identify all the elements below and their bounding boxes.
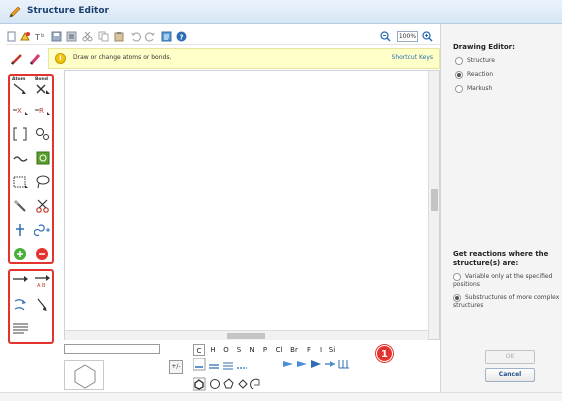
stop-icon[interactable] (66, 31, 77, 42)
svg-text:A B: A B (37, 283, 46, 289)
mode-structure-radio[interactable] (455, 57, 463, 65)
mapping-tool-icon[interactable] (12, 297, 30, 313)
pointer-tool-icon[interactable] (34, 297, 52, 313)
cancel-button[interactable]: Cancel (485, 368, 535, 382)
zoom-in-icon[interactable] (422, 31, 433, 42)
clean-icon[interactable] (20, 31, 31, 42)
element-input[interactable] (64, 344, 160, 354)
rectangle-select-icon[interactable] (12, 174, 30, 190)
status-bar (0, 392, 562, 401)
bond-tool-icon[interactable] (34, 82, 52, 98)
mode-markush-radio[interactable] (455, 85, 463, 93)
new-icon[interactable] (6, 31, 17, 42)
element-c[interactable]: C (193, 344, 205, 356)
atom-tool-icon[interactable] (12, 82, 30, 98)
pencil-icon (8, 5, 22, 21)
rgroup-tool-icon[interactable]: R (34, 102, 52, 118)
lasso-select-icon[interactable] (34, 174, 52, 190)
charge-plus-icon[interactable] (12, 246, 30, 262)
element-o[interactable]: O (220, 344, 232, 356)
text-block-icon[interactable] (12, 321, 30, 337)
template-icon[interactable] (161, 31, 172, 42)
element-si[interactable]: Si (326, 344, 338, 356)
ok-button[interactable]: OK (485, 350, 535, 364)
help-icon[interactable]: ? (176, 31, 187, 42)
mode-structure-label: Structure (467, 57, 495, 64)
zoom-level-field[interactable]: 100% (397, 31, 418, 42)
ring-preview[interactable] (64, 360, 104, 390)
title-bar: Structure Editor (0, 0, 562, 24)
charge-toggle-button[interactable]: +/- (169, 360, 183, 374)
window-title: Structure Editor (27, 6, 109, 16)
element-cl[interactable]: Cl (273, 344, 285, 356)
svg-text:?: ? (180, 34, 184, 42)
reactions-heading: Get reactions where the structure(s) are… (453, 250, 549, 267)
eraser-pen-icon[interactable] (28, 52, 42, 66)
chain-tool-icon[interactable] (12, 150, 30, 166)
hint-bar: i Draw or change atoms or bonds. Shortcu… (48, 48, 440, 69)
shortcut-keys-link[interactable]: Shortcut Keys (392, 54, 433, 61)
vertical-scrollbar[interactable] (428, 71, 439, 339)
element-s[interactable]: S (233, 344, 245, 356)
charge-minus-icon[interactable] (34, 246, 52, 262)
ring-zoom-tool-icon[interactable] (34, 126, 52, 142)
vertical-scroll-thumb[interactable] (431, 189, 438, 211)
redo-icon[interactable] (145, 31, 156, 42)
reaction-arrow-icon[interactable] (12, 273, 30, 289)
rotate-tool-icon[interactable] (33, 222, 52, 238)
atom-bond-bar: +/- C H O S N P Cl Br F I Si (60, 342, 440, 392)
reaction-tools-box: A B (8, 269, 54, 344)
mode-reaction-radio[interactable] (455, 71, 463, 79)
options-panel: Drawing Editor: Structure Reaction Marku… (440, 24, 562, 394)
element-f[interactable]: F (303, 344, 315, 356)
paste-icon[interactable] (114, 31, 125, 42)
drawing-tools-box: Atom Bond X R (8, 74, 54, 264)
save-icon[interactable] (51, 31, 62, 42)
text-icon[interactable]: Tb (34, 31, 46, 42)
bond-and-ring-palette (193, 358, 349, 391)
variable-positions-label: Variable only at the specified positions (453, 273, 553, 288)
substructures-label: Substructures of more complex structures (453, 294, 560, 309)
svg-text:b: b (41, 33, 44, 39)
horizontal-scrollbar[interactable] (65, 330, 428, 340)
mode-markush-label: Markush (467, 85, 493, 92)
zoom-out-icon[interactable] (380, 31, 391, 42)
svg-text:X: X (17, 107, 22, 115)
svg-text:T: T (35, 33, 40, 42)
drawing-editor-heading: Drawing Editor: (453, 43, 515, 51)
info-icon: i (55, 53, 66, 64)
bracket-tool-icon[interactable] (12, 126, 30, 142)
horizontal-scroll-thumb[interactable] (227, 333, 265, 339)
template-ring-tool-icon[interactable] (34, 150, 52, 166)
scissors-icon[interactable] (34, 198, 52, 214)
hint-text: Draw or change atoms or bonds. (73, 54, 172, 61)
main-toolbar: Tb ? 100% (6, 30, 440, 45)
svg-text:R: R (39, 107, 44, 115)
halogen-tool-icon[interactable]: X (12, 102, 30, 118)
element-palette: C H O S N P Cl Br F I Si (193, 344, 335, 356)
tool-palette: Atom Bond X R A B (6, 74, 62, 344)
element-h[interactable]: H (207, 344, 219, 356)
erase-bond-icon[interactable] (12, 198, 30, 214)
element-br[interactable]: Br (288, 344, 300, 356)
element-n[interactable]: N (246, 344, 258, 356)
draw-pen-icon[interactable] (10, 52, 24, 66)
element-p[interactable]: P (259, 344, 271, 356)
drawing-canvas[interactable] (64, 70, 440, 340)
reaction-arrow-ab-icon[interactable]: A B (34, 273, 52, 289)
cut-icon[interactable] (82, 31, 93, 42)
undo-icon[interactable] (130, 31, 141, 42)
anchor-tool-icon[interactable] (12, 222, 30, 238)
mode-reaction-label: Reaction (467, 71, 494, 78)
copy-icon[interactable] (98, 31, 109, 42)
